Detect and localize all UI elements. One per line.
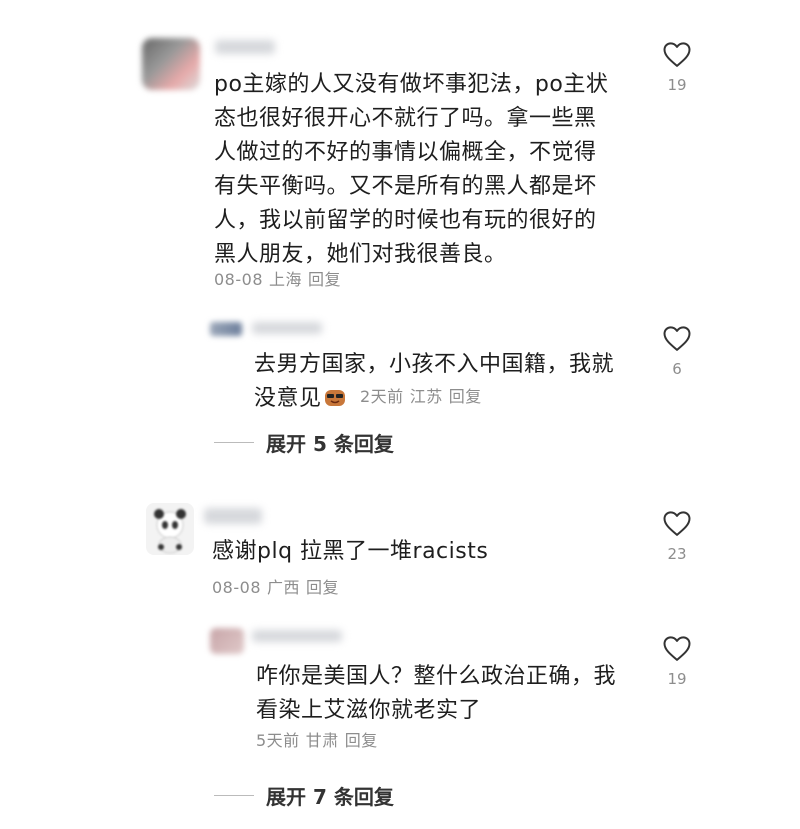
heart-outline-icon	[663, 326, 691, 351]
like-button[interactable]: 19	[660, 40, 694, 94]
like-count: 6	[672, 360, 682, 378]
username-blurred[interactable]	[252, 630, 342, 642]
comment-meta: 08-08 广西 回复	[212, 578, 345, 598]
heart-outline-icon	[663, 636, 691, 661]
comment-location: 上海	[269, 270, 303, 289]
expand-replies-button[interactable]: 展开 5 条回复	[214, 428, 394, 457]
reply-button[interactable]: 回复	[308, 270, 341, 289]
avatar[interactable]	[210, 628, 244, 654]
username-blurred[interactable]	[215, 40, 275, 54]
panda-avatar-icon	[154, 509, 186, 554]
avatar[interactable]	[142, 38, 200, 90]
username-blurred[interactable]	[204, 508, 262, 524]
divider	[214, 795, 254, 796]
comment-date: 08-08	[212, 578, 261, 597]
reply-button[interactable]: 回复	[345, 731, 378, 750]
expand-replies-button[interactable]: 展开 7 条回复	[214, 781, 394, 810]
face-emoji-icon	[324, 385, 346, 406]
reply-location: 江苏	[409, 387, 443, 406]
expand-replies-label: 展开 7 条回复	[266, 785, 394, 809]
comment-meta: 08-08 上海 回复	[214, 270, 347, 290]
like-count: 19	[667, 670, 687, 688]
heart-outline-icon	[663, 42, 691, 67]
expand-replies-label: 展开 5 条回复	[266, 432, 394, 456]
reply-time: 5天前	[256, 731, 300, 750]
reply-button[interactable]: 回复	[306, 578, 339, 597]
like-count: 19	[667, 76, 687, 94]
reply-meta: 2天前 江苏 回复	[360, 387, 488, 407]
avatar[interactable]	[146, 503, 194, 555]
reply-time: 2天前	[360, 387, 404, 406]
like-button[interactable]: 19	[660, 634, 694, 688]
reply-button[interactable]: 回复	[449, 387, 482, 406]
comment-date: 08-08	[214, 270, 263, 289]
heart-outline-icon	[663, 511, 691, 536]
comment-text: po主嫁的人又没有做坏事犯法，po主状 态也很好很开心不就行了吗。拿一些黑 人做…	[214, 72, 609, 267]
divider	[214, 442, 254, 443]
like-count: 23	[667, 545, 687, 563]
comment-location: 广西	[267, 578, 301, 597]
comment-text: 感谢plq 拉黑了一堆racists	[212, 539, 489, 564]
like-button[interactable]: 23	[660, 509, 694, 563]
username-blurred[interactable]	[252, 322, 322, 334]
reply-location: 甘肃	[305, 731, 339, 750]
reply-meta: 5天前 甘肃 回复	[256, 731, 384, 751]
like-button[interactable]: 6	[660, 324, 694, 378]
avatar[interactable]	[210, 322, 242, 336]
reply-text: 咋你是美国人？整什么政治正确，我 看染上艾滋你就老实了	[256, 664, 617, 723]
